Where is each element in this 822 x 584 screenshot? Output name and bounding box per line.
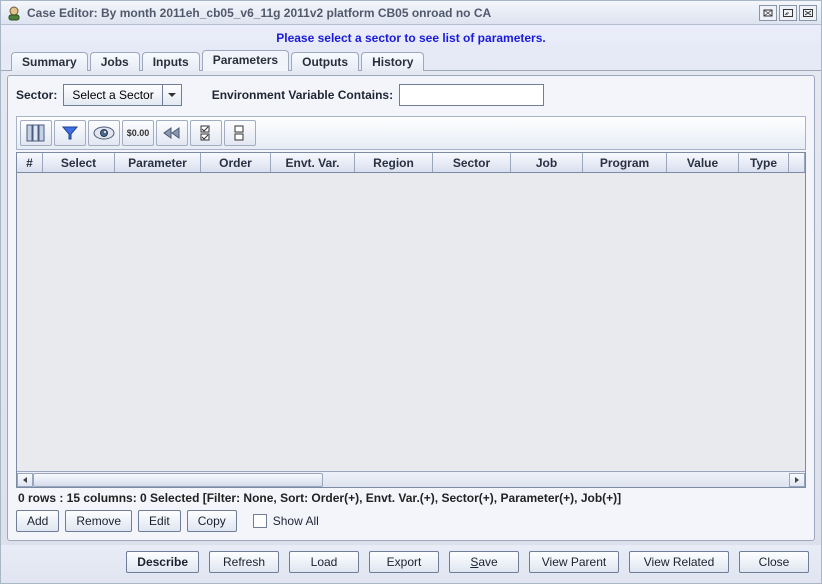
scroll-left-icon[interactable]: [17, 473, 33, 487]
view-related-button[interactable]: View Related: [629, 551, 729, 573]
describe-button[interactable]: Describe: [126, 551, 199, 573]
tab-outputs[interactable]: Outputs: [291, 52, 359, 71]
column-chooser-icon[interactable]: [20, 120, 52, 146]
filter-icon[interactable]: [54, 120, 86, 146]
scroll-right-icon[interactable]: [789, 473, 805, 487]
export-button[interactable]: Export: [369, 551, 439, 573]
col-program[interactable]: Program: [583, 153, 667, 172]
rewind-icon[interactable]: [156, 120, 188, 146]
col-rownum[interactable]: #: [17, 153, 43, 172]
col-parameter[interactable]: Parameter: [115, 153, 201, 172]
save-mnemonic: S: [470, 555, 478, 569]
banner-message: Please select a sector to see list of pa…: [1, 25, 821, 49]
col-envtvar[interactable]: Envt. Var.: [271, 153, 355, 172]
maximize-button[interactable]: [779, 5, 797, 21]
env-var-input[interactable]: [399, 84, 544, 106]
save-button[interactable]: Save: [449, 551, 519, 573]
toolbar: $0.00: [16, 116, 806, 150]
add-button[interactable]: Add: [16, 510, 59, 532]
bottom-action-bar: Describe Refresh Load Export Save View P…: [1, 545, 821, 583]
env-var-label: Environment Variable Contains:: [212, 88, 393, 102]
horizontal-scrollbar[interactable]: [17, 471, 805, 487]
tab-summary[interactable]: Summary: [11, 52, 88, 71]
col-value[interactable]: Value: [667, 153, 739, 172]
col-job[interactable]: Job: [511, 153, 583, 172]
check-all-icon[interactable]: [190, 120, 222, 146]
close-window-button[interactable]: Close: [739, 551, 809, 573]
table-header-row: # Select Parameter Order Envt. Var. Regi…: [17, 153, 805, 173]
load-button[interactable]: Load: [289, 551, 359, 573]
refresh-button[interactable]: Refresh: [209, 551, 279, 573]
remove-button[interactable]: Remove: [65, 510, 132, 532]
tab-inputs[interactable]: Inputs: [142, 52, 200, 71]
data-table: # Select Parameter Order Envt. Var. Regi…: [16, 152, 806, 488]
table-body-empty: [17, 173, 805, 471]
scroll-thumb[interactable]: [33, 473, 323, 487]
app-icon: [5, 4, 23, 22]
row-actions: Add Remove Edit Copy Show All: [16, 508, 806, 534]
col-type[interactable]: Type: [739, 153, 789, 172]
tab-jobs[interactable]: Jobs: [90, 52, 140, 71]
col-spacer: [789, 153, 805, 172]
edit-button[interactable]: Edit: [138, 510, 181, 532]
col-sector[interactable]: Sector: [433, 153, 511, 172]
format-icon[interactable]: $0.00: [122, 120, 154, 146]
content-panel: Sector: Select a Sector Environment Vari…: [7, 75, 815, 541]
tab-bar: Summary Jobs Inputs Parameters Outputs H…: [1, 49, 821, 71]
col-region[interactable]: Region: [355, 153, 433, 172]
view-parent-button[interactable]: View Parent: [529, 551, 619, 573]
col-select[interactable]: Select: [43, 153, 115, 172]
chevron-down-icon[interactable]: [163, 85, 181, 105]
col-order[interactable]: Order: [201, 153, 271, 172]
sector-label: Sector:: [16, 88, 57, 102]
uncheck-all-icon[interactable]: [224, 120, 256, 146]
scroll-track[interactable]: [33, 473, 789, 487]
minimize-button[interactable]: [759, 5, 777, 21]
sector-row: Sector: Select a Sector Environment Vari…: [16, 84, 806, 106]
status-line: 0 rows : 15 columns: 0 Selected [Filter:…: [16, 488, 806, 508]
tab-parameters[interactable]: Parameters: [202, 50, 289, 71]
copy-button[interactable]: Copy: [187, 510, 237, 532]
show-all-label: Show All: [273, 514, 319, 528]
sector-combo-text: Select a Sector: [64, 85, 162, 105]
close-button[interactable]: [799, 5, 817, 21]
sector-combo[interactable]: Select a Sector: [63, 84, 181, 106]
tab-history[interactable]: History: [361, 52, 424, 71]
window-title: Case Editor: By month 2011eh_cb05_v6_11g…: [27, 6, 755, 20]
eye-icon[interactable]: [88, 120, 120, 146]
show-all-checkbox[interactable]: [253, 514, 267, 528]
